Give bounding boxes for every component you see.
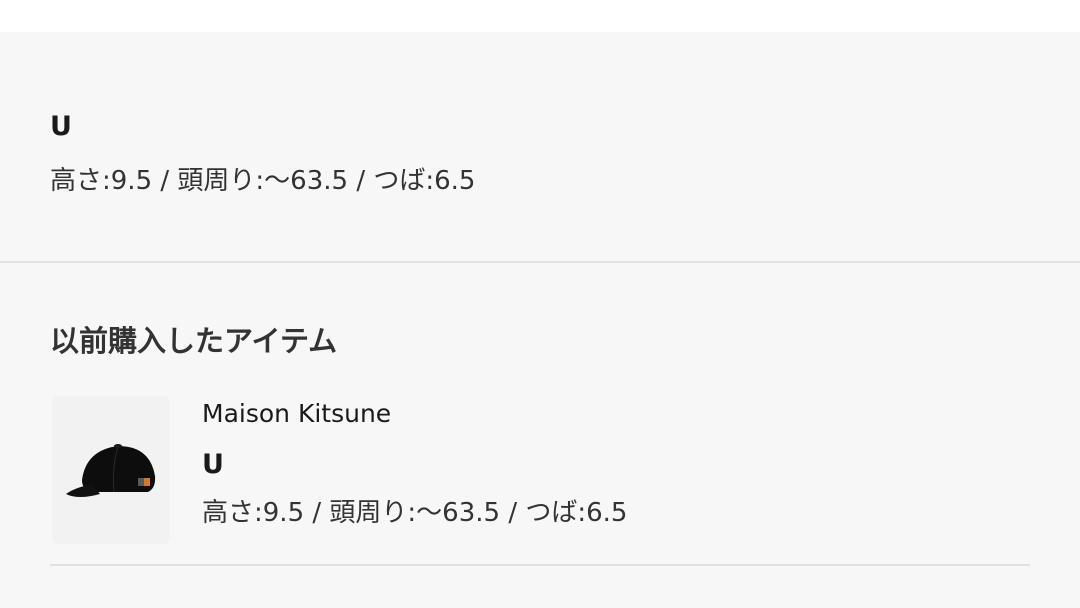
purchased-item-row[interactable]: Maison Kitsune U 高さ:9.5 / 頭周り:〜63.5 / つば… [50,394,1030,566]
item-size: U [202,449,224,480]
size-details: 高さ:9.5 / 頭周り:〜63.5 / つば:6.5 [50,166,476,196]
size-info-panel: U 高さ:9.5 / 頭周り:〜63.5 / つば:6.5 以前購入したアイテム… [0,32,1080,608]
item-brand: Maison Kitsune [202,399,392,428]
previous-purchases-title: 以前購入したアイテム [50,324,338,358]
size-section: U 高さ:9.5 / 頭周り:〜63.5 / つば:6.5 [0,32,1080,263]
cap-icon [66,444,156,497]
item-size-details: 高さ:9.5 / 頭周り:〜63.5 / つば:6.5 [202,498,628,528]
size-label: U [50,111,72,142]
top-bar [0,0,1080,32]
product-thumbnail[interactable] [52,396,170,544]
